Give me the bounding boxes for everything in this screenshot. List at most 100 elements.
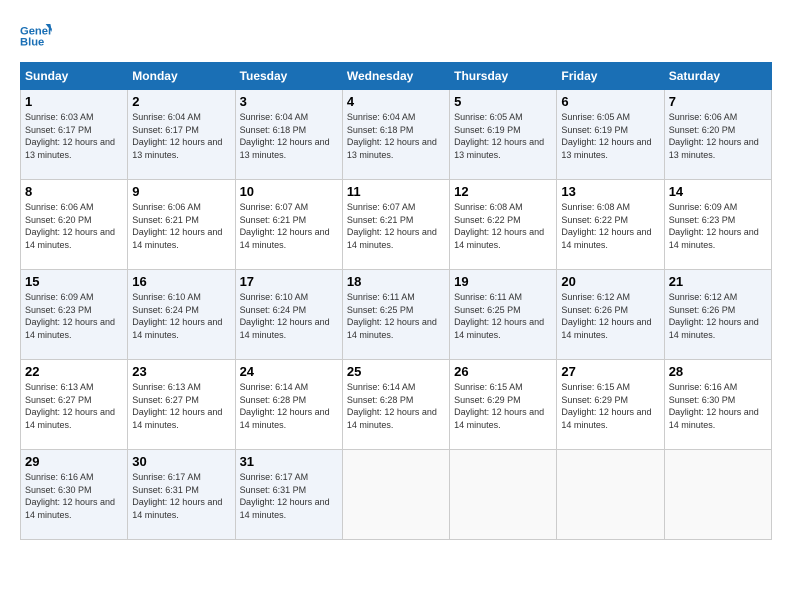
day-number: 12 — [454, 184, 552, 199]
day-number: 13 — [561, 184, 659, 199]
day-number: 10 — [240, 184, 338, 199]
calendar-cell: 27 Sunrise: 6:15 AM Sunset: 6:29 PM Dayl… — [557, 360, 664, 450]
calendar-cell: 19 Sunrise: 6:11 AM Sunset: 6:25 PM Dayl… — [450, 270, 557, 360]
calendar-cell: 16 Sunrise: 6:10 AM Sunset: 6:24 PM Dayl… — [128, 270, 235, 360]
day-number: 4 — [347, 94, 445, 109]
calendar-cell — [664, 450, 771, 540]
calendar-cell: 3 Sunrise: 6:04 AM Sunset: 6:18 PM Dayli… — [235, 90, 342, 180]
column-header-sunday: Sunday — [21, 63, 128, 90]
calendar-cell: 12 Sunrise: 6:08 AM Sunset: 6:22 PM Dayl… — [450, 180, 557, 270]
calendar-cell: 18 Sunrise: 6:11 AM Sunset: 6:25 PM Dayl… — [342, 270, 449, 360]
page-header: General Blue — [20, 20, 772, 52]
calendar-cell: 11 Sunrise: 6:07 AM Sunset: 6:21 PM Dayl… — [342, 180, 449, 270]
calendar-cell — [450, 450, 557, 540]
calendar-cell: 14 Sunrise: 6:09 AM Sunset: 6:23 PM Dayl… — [664, 180, 771, 270]
calendar-cell — [557, 450, 664, 540]
day-info: Sunrise: 6:16 AM Sunset: 6:30 PM Dayligh… — [669, 381, 767, 431]
column-header-saturday: Saturday — [664, 63, 771, 90]
calendar-week-2: 8 Sunrise: 6:06 AM Sunset: 6:20 PM Dayli… — [21, 180, 772, 270]
day-number: 29 — [25, 454, 123, 469]
calendar-cell: 29 Sunrise: 6:16 AM Sunset: 6:30 PM Dayl… — [21, 450, 128, 540]
day-info: Sunrise: 6:06 AM Sunset: 6:20 PM Dayligh… — [25, 201, 123, 251]
calendar-cell: 28 Sunrise: 6:16 AM Sunset: 6:30 PM Dayl… — [664, 360, 771, 450]
day-number: 9 — [132, 184, 230, 199]
day-number: 19 — [454, 274, 552, 289]
day-number: 18 — [347, 274, 445, 289]
calendar-cell — [342, 450, 449, 540]
day-info: Sunrise: 6:07 AM Sunset: 6:21 PM Dayligh… — [240, 201, 338, 251]
column-header-thursday: Thursday — [450, 63, 557, 90]
day-info: Sunrise: 6:06 AM Sunset: 6:21 PM Dayligh… — [132, 201, 230, 251]
day-info: Sunrise: 6:12 AM Sunset: 6:26 PM Dayligh… — [669, 291, 767, 341]
day-number: 8 — [25, 184, 123, 199]
day-number: 23 — [132, 364, 230, 379]
day-info: Sunrise: 6:04 AM Sunset: 6:18 PM Dayligh… — [347, 111, 445, 161]
day-number: 16 — [132, 274, 230, 289]
day-number: 6 — [561, 94, 659, 109]
logo-icon: General Blue — [20, 20, 52, 52]
day-number: 27 — [561, 364, 659, 379]
calendar-cell: 5 Sunrise: 6:05 AM Sunset: 6:19 PM Dayli… — [450, 90, 557, 180]
day-info: Sunrise: 6:11 AM Sunset: 6:25 PM Dayligh… — [347, 291, 445, 341]
calendar-cell: 2 Sunrise: 6:04 AM Sunset: 6:17 PM Dayli… — [128, 90, 235, 180]
calendar-cell: 21 Sunrise: 6:12 AM Sunset: 6:26 PM Dayl… — [664, 270, 771, 360]
day-number: 20 — [561, 274, 659, 289]
day-info: Sunrise: 6:04 AM Sunset: 6:17 PM Dayligh… — [132, 111, 230, 161]
day-number: 11 — [347, 184, 445, 199]
day-info: Sunrise: 6:13 AM Sunset: 6:27 PM Dayligh… — [132, 381, 230, 431]
day-info: Sunrise: 6:14 AM Sunset: 6:28 PM Dayligh… — [347, 381, 445, 431]
calendar-cell: 24 Sunrise: 6:14 AM Sunset: 6:28 PM Dayl… — [235, 360, 342, 450]
day-number: 1 — [25, 94, 123, 109]
day-info: Sunrise: 6:04 AM Sunset: 6:18 PM Dayligh… — [240, 111, 338, 161]
day-info: Sunrise: 6:12 AM Sunset: 6:26 PM Dayligh… — [561, 291, 659, 341]
calendar-cell: 22 Sunrise: 6:13 AM Sunset: 6:27 PM Dayl… — [21, 360, 128, 450]
calendar-cell: 10 Sunrise: 6:07 AM Sunset: 6:21 PM Dayl… — [235, 180, 342, 270]
day-info: Sunrise: 6:17 AM Sunset: 6:31 PM Dayligh… — [240, 471, 338, 521]
day-info: Sunrise: 6:13 AM Sunset: 6:27 PM Dayligh… — [25, 381, 123, 431]
calendar-table: SundayMondayTuesdayWednesdayThursdayFrid… — [20, 62, 772, 540]
calendar-cell: 31 Sunrise: 6:17 AM Sunset: 6:31 PM Dayl… — [235, 450, 342, 540]
day-info: Sunrise: 6:11 AM Sunset: 6:25 PM Dayligh… — [454, 291, 552, 341]
calendar-week-3: 15 Sunrise: 6:09 AM Sunset: 6:23 PM Dayl… — [21, 270, 772, 360]
day-number: 24 — [240, 364, 338, 379]
day-info: Sunrise: 6:05 AM Sunset: 6:19 PM Dayligh… — [561, 111, 659, 161]
day-info: Sunrise: 6:14 AM Sunset: 6:28 PM Dayligh… — [240, 381, 338, 431]
column-header-friday: Friday — [557, 63, 664, 90]
svg-text:Blue: Blue — [20, 37, 44, 49]
calendar-cell: 20 Sunrise: 6:12 AM Sunset: 6:26 PM Dayl… — [557, 270, 664, 360]
day-number: 26 — [454, 364, 552, 379]
column-header-monday: Monday — [128, 63, 235, 90]
day-info: Sunrise: 6:15 AM Sunset: 6:29 PM Dayligh… — [454, 381, 552, 431]
day-info: Sunrise: 6:09 AM Sunset: 6:23 PM Dayligh… — [25, 291, 123, 341]
column-header-tuesday: Tuesday — [235, 63, 342, 90]
day-info: Sunrise: 6:07 AM Sunset: 6:21 PM Dayligh… — [347, 201, 445, 251]
day-info: Sunrise: 6:15 AM Sunset: 6:29 PM Dayligh… — [561, 381, 659, 431]
calendar-cell: 17 Sunrise: 6:10 AM Sunset: 6:24 PM Dayl… — [235, 270, 342, 360]
calendar-cell: 26 Sunrise: 6:15 AM Sunset: 6:29 PM Dayl… — [450, 360, 557, 450]
day-info: Sunrise: 6:17 AM Sunset: 6:31 PM Dayligh… — [132, 471, 230, 521]
day-number: 30 — [132, 454, 230, 469]
day-info: Sunrise: 6:08 AM Sunset: 6:22 PM Dayligh… — [561, 201, 659, 251]
calendar-cell: 6 Sunrise: 6:05 AM Sunset: 6:19 PM Dayli… — [557, 90, 664, 180]
calendar-cell: 30 Sunrise: 6:17 AM Sunset: 6:31 PM Dayl… — [128, 450, 235, 540]
calendar-week-5: 29 Sunrise: 6:16 AM Sunset: 6:30 PM Dayl… — [21, 450, 772, 540]
day-number: 28 — [669, 364, 767, 379]
day-number: 7 — [669, 94, 767, 109]
calendar-cell: 4 Sunrise: 6:04 AM Sunset: 6:18 PM Dayli… — [342, 90, 449, 180]
calendar-week-1: 1 Sunrise: 6:03 AM Sunset: 6:17 PM Dayli… — [21, 90, 772, 180]
logo: General Blue — [20, 20, 52, 52]
day-number: 17 — [240, 274, 338, 289]
calendar-week-4: 22 Sunrise: 6:13 AM Sunset: 6:27 PM Dayl… — [21, 360, 772, 450]
day-info: Sunrise: 6:03 AM Sunset: 6:17 PM Dayligh… — [25, 111, 123, 161]
calendar-cell: 9 Sunrise: 6:06 AM Sunset: 6:21 PM Dayli… — [128, 180, 235, 270]
day-info: Sunrise: 6:06 AM Sunset: 6:20 PM Dayligh… — [669, 111, 767, 161]
calendar-cell: 15 Sunrise: 6:09 AM Sunset: 6:23 PM Dayl… — [21, 270, 128, 360]
day-info: Sunrise: 6:09 AM Sunset: 6:23 PM Dayligh… — [669, 201, 767, 251]
day-number: 31 — [240, 454, 338, 469]
svg-text:General: General — [20, 25, 52, 37]
calendar-cell: 8 Sunrise: 6:06 AM Sunset: 6:20 PM Dayli… — [21, 180, 128, 270]
calendar-cell: 13 Sunrise: 6:08 AM Sunset: 6:22 PM Dayl… — [557, 180, 664, 270]
day-number: 3 — [240, 94, 338, 109]
calendar-header: SundayMondayTuesdayWednesdayThursdayFrid… — [21, 63, 772, 90]
day-info: Sunrise: 6:16 AM Sunset: 6:30 PM Dayligh… — [25, 471, 123, 521]
